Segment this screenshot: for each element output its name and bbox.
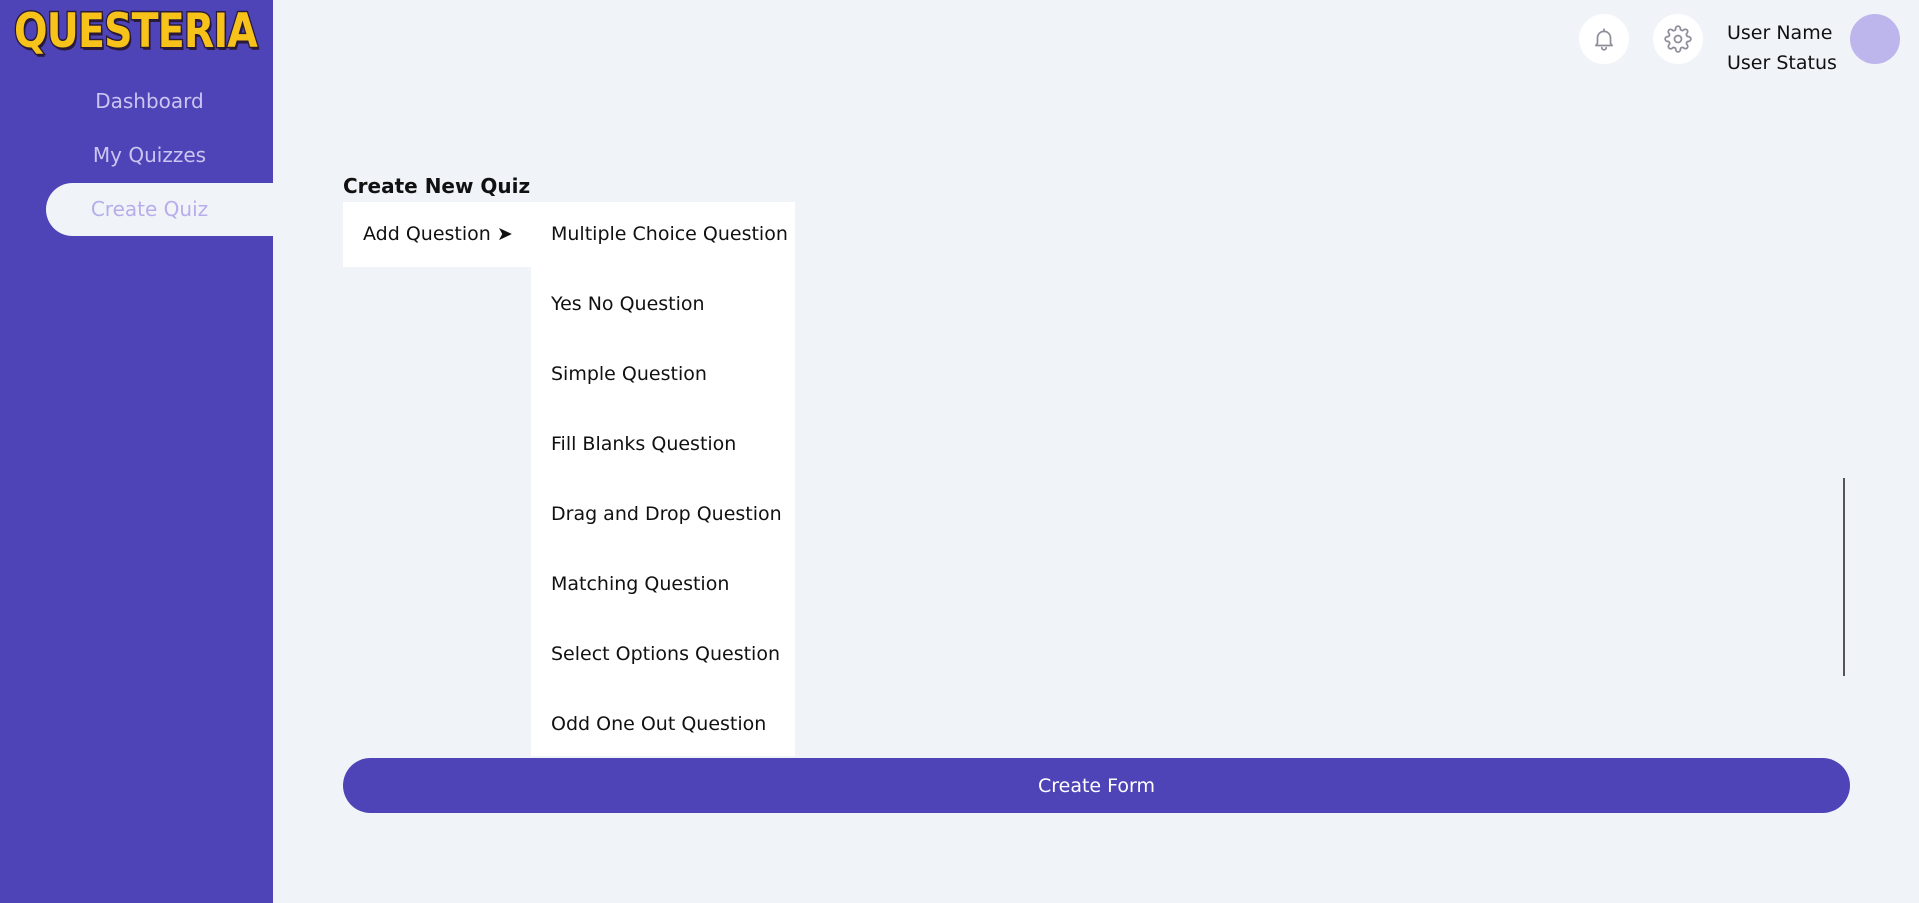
gear-icon <box>1664 25 1692 53</box>
bell-icon <box>1595 28 1613 51</box>
add-question-menu[interactable]: Add Question ➤ <box>343 202 531 267</box>
menu-item-multiple-choice[interactable]: Multiple Choice Question <box>531 202 795 272</box>
page-title: Create New Quiz <box>343 174 531 198</box>
user-status: User Status <box>1727 52 1837 74</box>
user-name: User Name <box>1727 22 1833 44</box>
question-type-dropdown: Multiple Choice Question Yes No Question… <box>531 202 795 756</box>
sidebar-item-create-quiz[interactable]: Create Quiz <box>46 183 273 236</box>
scrollbar[interactable] <box>1843 478 1845 676</box>
menu-item-select-options[interactable]: Select Options Question <box>531 622 795 692</box>
notifications-button[interactable] <box>1579 14 1629 64</box>
sidebar: QUESTERIA Dashboard My Quizzes Create Qu… <box>0 0 273 903</box>
settings-button[interactable] <box>1653 14 1703 64</box>
sidebar-item-my-quizzes[interactable]: My Quizzes <box>46 129 273 182</box>
menu-item-drag-drop[interactable]: Drag and Drop Question <box>531 482 795 552</box>
menu-item-simple[interactable]: Simple Question <box>531 342 795 412</box>
sidebar-item-dashboard[interactable]: Dashboard <box>46 75 273 128</box>
menu-item-yes-no[interactable]: Yes No Question <box>531 272 795 342</box>
questeria-logo[interactable]: QUESTERIA <box>13 3 259 61</box>
user-info: User Name User Status <box>1727 18 1837 78</box>
menu-item-matching[interactable]: Matching Question <box>531 552 795 622</box>
create-form-button[interactable]: Create Form <box>343 758 1850 813</box>
avatar[interactable] <box>1850 14 1900 64</box>
menu-item-fill-blanks[interactable]: Fill Blanks Question <box>531 412 795 482</box>
menu-item-odd-one-out[interactable]: Odd One Out Question <box>531 692 795 762</box>
